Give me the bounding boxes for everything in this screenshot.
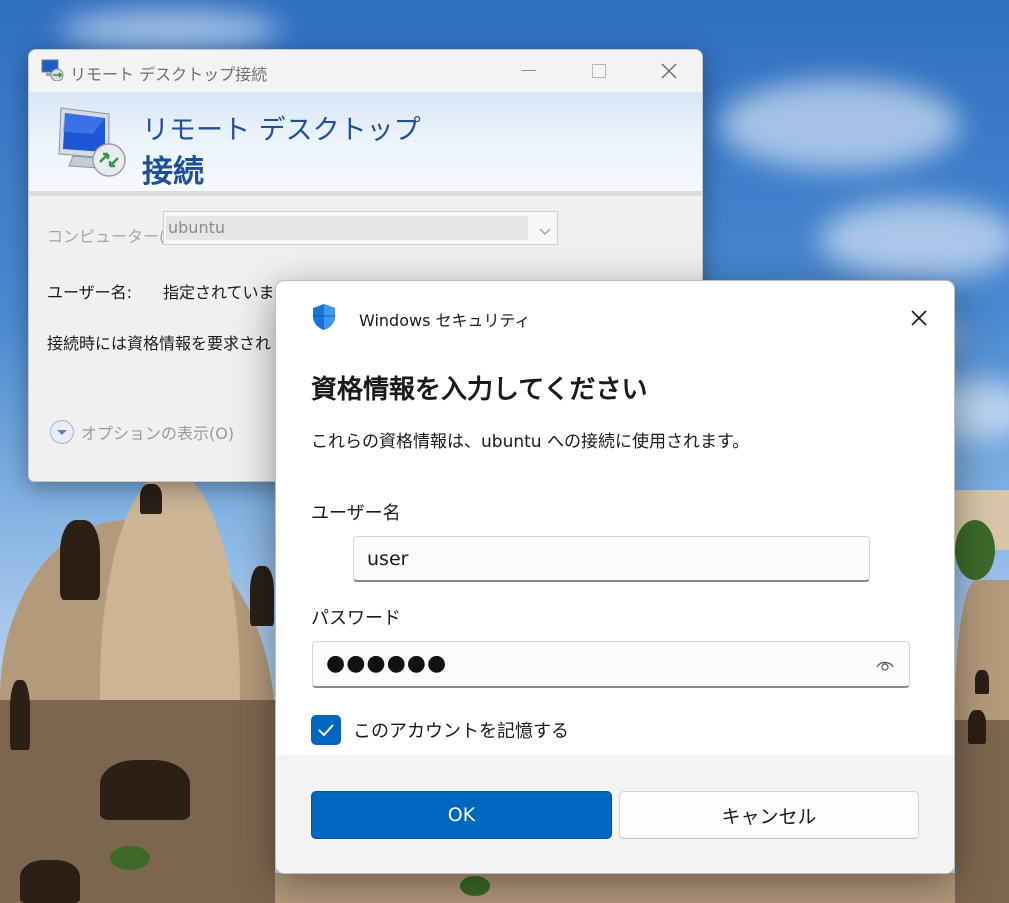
username-input[interactable]: user [353, 536, 870, 582]
chevron-down-circle-icon[interactable] [49, 419, 75, 445]
password-input[interactable]: ●●●●●● [312, 641, 910, 688]
computer-value[interactable]: ubuntu [166, 216, 528, 240]
window-title: リモート デスクトップ接続 [70, 65, 268, 84]
credential-info-text: 接続時には資格情報を要求され [47, 334, 272, 353]
username-label: ユーザー名: [47, 283, 133, 302]
dialog-description: これらの資格情報は、ubuntu への接続に使用されます。 [311, 432, 750, 452]
remember-account-option[interactable]: このアカウントを記憶する [311, 715, 569, 745]
ok-button[interactable]: OK [311, 791, 612, 839]
maximize-button[interactable] [564, 50, 634, 92]
minimize-button[interactable] [494, 50, 564, 92]
dialog-heading: 資格情報を入力してください [311, 375, 648, 405]
windows-security-dialog: Windows セキュリティ 資格情報を入力してください これらの資格情報は、u… [275, 280, 955, 874]
show-options-button[interactable]: オプションの表示(O) [49, 419, 234, 445]
banner-title: リモート デスクトップ [142, 115, 421, 146]
username-label: ユーザー名 [311, 503, 401, 524]
dialog-footer: OK キャンセル [276, 755, 954, 873]
password-label: パスワード [311, 608, 401, 629]
chevron-down-icon[interactable] [539, 222, 551, 235]
remember-label[interactable]: このアカウントを記憶する [353, 717, 569, 743]
username-value: 指定されていませ [163, 283, 291, 302]
checkmark-icon [318, 721, 334, 740]
shield-icon [311, 303, 337, 331]
close-button[interactable] [634, 50, 702, 92]
banner-subtitle: 接続 [142, 154, 204, 190]
banner: リモート デスクトップ 接続 [29, 92, 702, 196]
remote-desktop-icon [40, 59, 64, 82]
show-options-label[interactable]: オプションの表示(O) [81, 420, 234, 444]
eye-icon[interactable] [875, 657, 895, 673]
close-button[interactable] [902, 303, 936, 337]
title-bar[interactable]: リモート デスクトップ接続 [29, 50, 702, 92]
cancel-button[interactable]: キャンセル [619, 791, 919, 839]
remember-checkbox[interactable] [311, 715, 341, 745]
password-mask: ●●●●●● [326, 651, 448, 676]
close-icon[interactable] [911, 310, 927, 330]
monitor-connect-icon [53, 104, 129, 178]
dialog-app-name: Windows セキュリティ [359, 311, 531, 330]
computer-combobox[interactable]: ubuntu [163, 211, 558, 245]
